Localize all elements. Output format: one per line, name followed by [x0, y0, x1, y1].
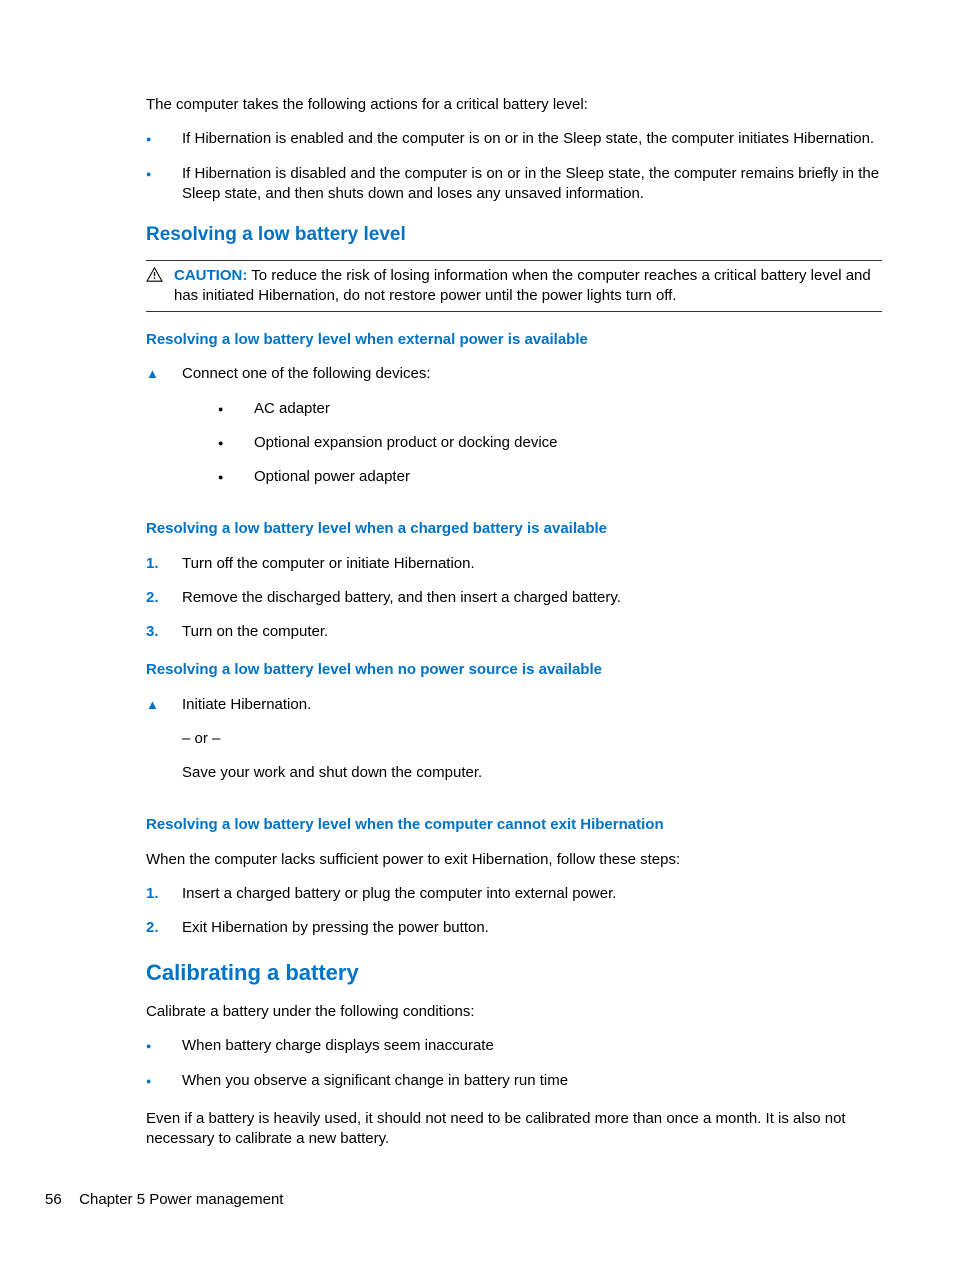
step-connect: ▲ Connect one of the following devices: … [146, 364, 882, 501]
item-text: Optional power adapter [254, 467, 410, 487]
list-item: 3.Turn on the computer. [146, 622, 882, 642]
caution-text: CAUTION: To reduce the risk of losing in… [174, 266, 882, 307]
nopower-line1: Initiate Hibernation. [182, 695, 882, 715]
actions-list: If Hibernation is enabled and the comput… [146, 129, 882, 204]
calibrate-intro: Calibrate a battery under the following … [146, 1002, 882, 1022]
item-text: When you observe a significant change in… [182, 1071, 568, 1091]
item-text: If Hibernation is disabled and the compu… [182, 164, 882, 205]
caution-body: To reduce the risk of losing information… [174, 267, 871, 304]
list-item: Optional power adapter [218, 467, 882, 487]
heading-cannot-exit: Resolving a low battery level when the c… [146, 815, 882, 835]
intro-text: The computer takes the following actions… [146, 95, 882, 115]
list-item: 2.Exit Hibernation by pressing the power… [146, 918, 882, 938]
item-text: If Hibernation is enabled and the comput… [182, 129, 874, 149]
heading-calibrating: Calibrating a battery [146, 958, 882, 988]
step-number: 1. [146, 554, 182, 574]
list-item: If Hibernation is disabled and the compu… [146, 164, 882, 205]
caution-label: CAUTION: [174, 267, 247, 284]
heading-external-power: Resolving a low battery level when exter… [146, 330, 882, 350]
page-content: The computer takes the following actions… [72, 95, 882, 1149]
step-initiate-hibernation: ▲ Initiate Hibernation. – or – Save your… [146, 695, 882, 798]
heading-charged-battery: Resolving a low battery level when a cha… [146, 519, 882, 539]
triangle-icon: ▲ [146, 364, 182, 501]
caution-icon [146, 266, 174, 307]
step-text: Insert a charged battery or plug the com… [182, 884, 616, 904]
list-item: 2.Remove the discharged battery, and the… [146, 588, 882, 608]
step-number: 3. [146, 622, 182, 642]
step-number: 2. [146, 588, 182, 608]
step-number: 1. [146, 884, 182, 904]
cannotexit-steps: 1.Insert a charged battery or plug the c… [146, 884, 882, 939]
step-text: Exit Hibernation by pressing the power b… [182, 918, 489, 938]
item-text: AC adapter [254, 399, 330, 419]
list-item: 1.Insert a charged battery or plug the c… [146, 884, 882, 904]
connect-intro: Connect one of the following devices: [182, 365, 431, 382]
nopower-line2: Save your work and shut down the compute… [182, 763, 882, 783]
item-text: Optional expansion product or docking de… [254, 433, 558, 453]
nopower-or: – or – [182, 729, 882, 749]
page-footer: 56 Chapter 5 Power management [45, 1190, 283, 1210]
calibrate-list: When battery charge displays seem inaccu… [146, 1036, 882, 1091]
heading-no-power: Resolving a low battery level when no po… [146, 660, 882, 680]
chapter-label: Chapter 5 Power management [79, 1191, 283, 1208]
step-text: Remove the discharged battery, and then … [182, 588, 621, 608]
item-text: When battery charge displays seem inaccu… [182, 1036, 494, 1056]
page-number: 56 [45, 1190, 75, 1210]
charged-steps: 1.Turn off the computer or initiate Hibe… [146, 554, 882, 643]
caution-box: CAUTION: To reduce the risk of losing in… [146, 260, 882, 313]
heading-resolving: Resolving a low battery level [146, 222, 882, 248]
list-item: 1.Turn off the computer or initiate Hibe… [146, 554, 882, 574]
connect-devices-list: AC adapter Optional expansion product or… [182, 399, 882, 488]
list-item: AC adapter [218, 399, 882, 419]
step-text: Turn off the computer or initiate Hibern… [182, 554, 475, 574]
list-item: Optional expansion product or docking de… [218, 433, 882, 453]
step-number: 2. [146, 918, 182, 938]
list-item: When battery charge displays seem inaccu… [146, 1036, 882, 1056]
list-item: If Hibernation is enabled and the comput… [146, 129, 882, 149]
triangle-icon: ▲ [146, 695, 182, 798]
cannotexit-intro: When the computer lacks sufficient power… [146, 850, 882, 870]
calibrate-note: Even if a battery is heavily used, it sh… [146, 1109, 882, 1150]
list-item: When you observe a significant change in… [146, 1071, 882, 1091]
step-text: Turn on the computer. [182, 622, 328, 642]
